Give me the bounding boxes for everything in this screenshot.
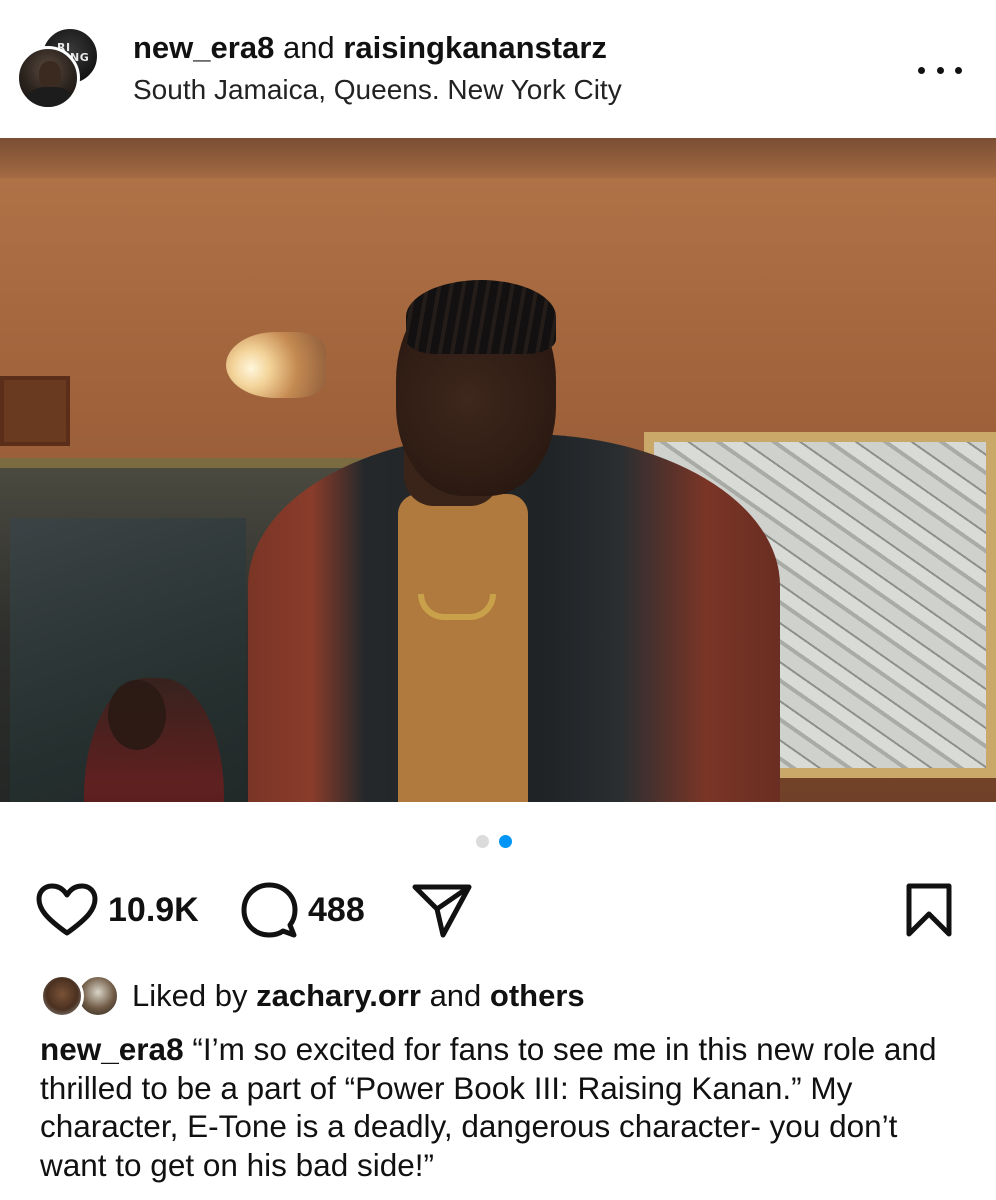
more-horizontal-icon bbox=[918, 66, 925, 74]
bookmark-icon bbox=[906, 883, 952, 937]
more-dot bbox=[936, 66, 944, 74]
post-authors: new_era8 and raisingkananstarz bbox=[133, 30, 607, 66]
liked-by-others[interactable]: others bbox=[490, 978, 585, 1013]
action-bar: 10.9K 488 bbox=[0, 872, 996, 952]
post-location[interactable]: South Jamaica, Queens. New York City bbox=[133, 74, 622, 106]
image-wall-lamp bbox=[226, 332, 326, 398]
like-button[interactable]: 10.9K bbox=[36, 872, 199, 948]
save-button[interactable] bbox=[904, 872, 954, 948]
share-button[interactable] bbox=[410, 872, 474, 948]
carousel-dot-1 bbox=[476, 834, 489, 848]
liked-by-row: Liked by zachary.orr and others bbox=[40, 970, 980, 1022]
post-caption: new_era8 “I’m so excited for fans to see… bbox=[40, 1030, 970, 1184]
post-header: RISINGAN new_era8 and raisingkananstarz … bbox=[0, 0, 996, 138]
image-background-head bbox=[108, 680, 166, 750]
like-count[interactable]: 10.9K bbox=[108, 891, 199, 930]
post-image[interactable] bbox=[0, 138, 996, 802]
liked-by-prefix: Liked by bbox=[132, 978, 248, 1013]
caption-username[interactable]: new_era8 bbox=[40, 1031, 184, 1067]
author-username-primary[interactable]: new_era8 bbox=[133, 30, 274, 65]
liker-avatar[interactable] bbox=[40, 974, 84, 1018]
more-options-button[interactable] bbox=[918, 58, 962, 82]
author-connector: and bbox=[282, 30, 335, 65]
liked-by-user[interactable]: zachary.orr bbox=[256, 978, 421, 1013]
author-username-secondary[interactable]: raisingkananstarz bbox=[343, 30, 607, 65]
liker-avatars[interactable] bbox=[40, 972, 124, 1020]
liked-by-text: Liked by zachary.orr and others bbox=[132, 978, 585, 1014]
image-braids bbox=[406, 280, 556, 354]
image-shirt bbox=[398, 494, 528, 802]
collab-avatars[interactable]: RISINGAN bbox=[16, 26, 106, 114]
image-window bbox=[0, 376, 70, 446]
more-dot bbox=[955, 66, 962, 74]
comment-count[interactable]: 488 bbox=[308, 891, 365, 930]
carousel-dot-2-active bbox=[499, 834, 512, 848]
new-era8-avatar[interactable] bbox=[16, 46, 80, 110]
image-ceiling bbox=[0, 138, 996, 178]
send-icon bbox=[412, 884, 472, 938]
comment-button[interactable]: 488 bbox=[240, 872, 365, 948]
carousel-indicator bbox=[476, 834, 520, 848]
liked-by-middle: and bbox=[429, 978, 482, 1013]
heart-icon bbox=[36, 883, 98, 936]
comment-icon bbox=[241, 882, 298, 938]
